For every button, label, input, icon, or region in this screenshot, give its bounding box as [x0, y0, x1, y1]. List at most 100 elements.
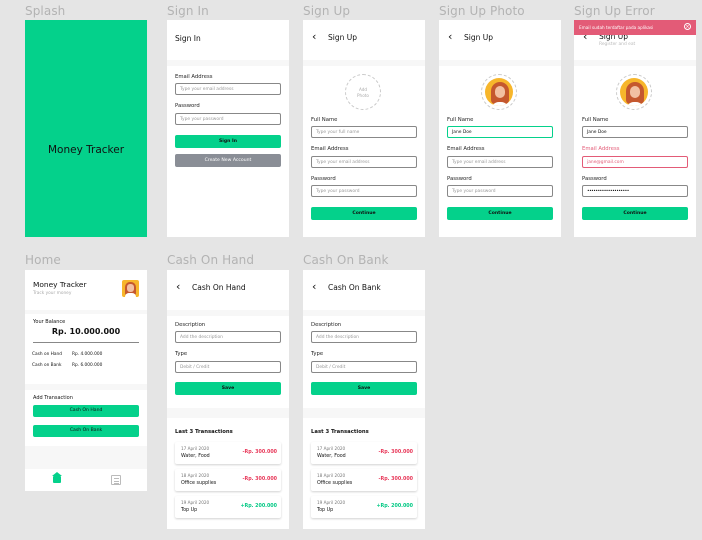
add-photo-button[interactable]: Add Photo — [345, 74, 381, 110]
frame-label-splash: Splash — [25, 4, 66, 18]
cash-hand-value: Rp. 4.000.000 — [72, 352, 103, 357]
cash-on-bank-button[interactable]: Cash On Bank — [33, 425, 139, 437]
bottom-nav — [25, 469, 147, 491]
continue-button[interactable]: Continue — [582, 207, 688, 220]
cash-bank-label: Cash on Bank — [32, 363, 62, 368]
list-item[interactable]: 19 April 2020 Top Up +Rp. 200.000 — [175, 496, 281, 518]
password-field[interactable]: Type your password — [175, 113, 281, 125]
splash-title: Money Tracker — [47, 144, 125, 156]
password-field[interactable]: Type your password — [311, 185, 417, 197]
description-field[interactable]: Add the description — [311, 331, 417, 343]
type-field[interactable]: Debit / Credit — [175, 361, 281, 373]
password-field[interactable]: Type your password — [447, 185, 553, 197]
transaction-name: Office supplies — [317, 481, 353, 486]
add-transaction-section: Add Transaction Cash On Hand Cash On Ban… — [25, 390, 147, 446]
create-account-button[interactable]: Create New Account — [175, 154, 281, 167]
transaction-name: Office supplies — [181, 481, 217, 486]
profile-photo-avatar[interactable] — [616, 74, 652, 110]
password-label: Password — [582, 176, 607, 182]
email-field[interactable]: Type your email address — [311, 156, 417, 168]
continue-button[interactable]: Continue — [311, 207, 417, 220]
page-title: Sign In — [175, 34, 201, 43]
page-subtitle: Register and eat — [599, 42, 636, 47]
frame-label-cash-on-hand: Cash On Hand — [167, 253, 255, 267]
password-label: Password — [447, 176, 472, 182]
error-toast: Email sudah terdaftar pada aplikasi × — [574, 20, 696, 35]
home-icon[interactable] — [52, 472, 62, 483]
full-name-label: Full Name — [582, 117, 609, 123]
transaction-amount: -Rp. 300.000 — [378, 477, 413, 482]
description-field[interactable]: Add the description — [175, 331, 281, 343]
sign-up-form: Full Name Jane Doe Email Address Type yo… — [439, 66, 561, 237]
profile-photo-avatar[interactable] — [481, 74, 517, 110]
list-item[interactable]: 17 April 2020 Water, Food -Rp. 300.000 — [175, 442, 281, 464]
transaction-form: Description Add the description Type Deb… — [167, 316, 289, 408]
email-label: Email Address — [582, 146, 620, 152]
back-arrow-icon[interactable]: ‹ — [312, 281, 316, 292]
balance-divider — [33, 342, 139, 343]
frame-label-cash-on-bank: Cash On Bank — [303, 253, 389, 267]
transaction-date: 18 April 2020 — [181, 473, 210, 478]
transaction-amount: +Rp. 200.000 — [376, 504, 414, 509]
page-title: Sign Up — [464, 33, 493, 42]
back-arrow-icon[interactable]: ‹ — [448, 31, 452, 42]
type-label: Type — [311, 351, 324, 357]
cash-on-hand-button[interactable]: Cash On Hand — [33, 405, 139, 417]
full-name-field[interactable]: Type your full name — [311, 126, 417, 138]
email-label: Email Address — [311, 146, 349, 152]
list-item[interactable]: 17 April 2020 Water, Food -Rp. 300.000 — [311, 442, 417, 464]
list-item[interactable]: 19 April 2020 Top Up +Rp. 200.000 — [311, 496, 417, 518]
list-item[interactable]: 18 April 2020 Office supplies -Rp. 300.0… — [175, 469, 281, 491]
transaction-form: Description Add the description Type Deb… — [303, 316, 425, 408]
app-subtitle: Track your money — [33, 291, 72, 296]
password-field[interactable]: •••••••••••••••••••• — [582, 185, 688, 197]
email-field[interactable]: jane@gmail.com — [582, 156, 688, 168]
password-label: Password — [311, 176, 336, 182]
transaction-name: Top Up — [181, 508, 198, 513]
save-button[interactable]: Save — [311, 382, 417, 395]
type-field[interactable]: Debit / Credit — [311, 361, 417, 373]
transaction-amount: -Rp. 300.000 — [378, 450, 413, 455]
transaction-amount: -Rp. 300.000 — [242, 477, 277, 482]
continue-button[interactable]: Continue — [447, 207, 553, 220]
transaction-date: 17 April 2020 — [317, 446, 346, 451]
full-name-field[interactable]: Jane Doe — [582, 126, 688, 138]
page-title: Cash On Bank — [328, 283, 381, 292]
sign-up-photo-screen: ‹ Sign Up Full Name Jane Doe Email Addre… — [439, 20, 561, 237]
sign-in-form: Email Address Type your email address Pa… — [167, 66, 289, 237]
sign-up-screen: ‹ Sign Up Add Photo Full Name Type your … — [303, 20, 425, 237]
cash-on-bank-screen: ‹ Cash On Bank Description Add the descr… — [303, 270, 425, 529]
balance-label: Your Balance — [33, 319, 66, 325]
save-button[interactable]: Save — [175, 382, 281, 395]
full-name-field[interactable]: Jane Doe — [447, 126, 553, 138]
last-transactions-section: Last 3 Transactions 17 April 2020 Water,… — [303, 418, 425, 529]
frame-label-home: Home — [25, 253, 61, 267]
cash-on-hand-header: ‹ Cash On Hand — [167, 270, 289, 310]
full-name-label: Full Name — [447, 117, 474, 123]
email-label: Email Address — [175, 74, 213, 80]
list-icon[interactable] — [111, 475, 121, 485]
sign-in-button[interactable]: Sign In — [175, 135, 281, 148]
transaction-name: Water, Food — [181, 454, 210, 459]
profile-photo — [620, 78, 648, 106]
page-title: Sign Up — [328, 33, 357, 42]
close-icon[interactable]: × — [684, 23, 691, 30]
frame-label-sign-up: Sign Up — [303, 4, 351, 18]
description-label: Description — [175, 322, 206, 328]
sign-up-error-screen: ‹ Sign Up Register and eat Email sudah t… — [574, 20, 696, 237]
error-toast-text: Email sudah terdaftar pada aplikasi — [579, 25, 654, 30]
home-header: Money Tracker Track your money — [25, 270, 147, 310]
email-label: Email Address — [447, 146, 485, 152]
email-field[interactable]: Type your email address — [447, 156, 553, 168]
back-arrow-icon[interactable]: ‹ — [312, 31, 316, 42]
email-field[interactable]: Type your email address — [175, 83, 281, 95]
list-item[interactable]: 18 April 2020 Office supplies -Rp. 300.0… — [311, 469, 417, 491]
frame-label-sign-up-error: Sign Up Error — [574, 4, 655, 18]
avatar[interactable] — [122, 280, 139, 297]
cash-on-bank-header: ‹ Cash On Bank — [303, 270, 425, 310]
balance-card: Your Balance Rp. 10.000.000 Cash on Hand… — [25, 314, 147, 384]
back-arrow-icon[interactable]: ‹ — [176, 281, 180, 292]
home-screen: Money Tracker Track your money Your Bala… — [25, 270, 147, 491]
description-label: Description — [311, 322, 342, 328]
last-transactions-section: Last 3 Transactions 17 April 2020 Water,… — [167, 418, 289, 529]
